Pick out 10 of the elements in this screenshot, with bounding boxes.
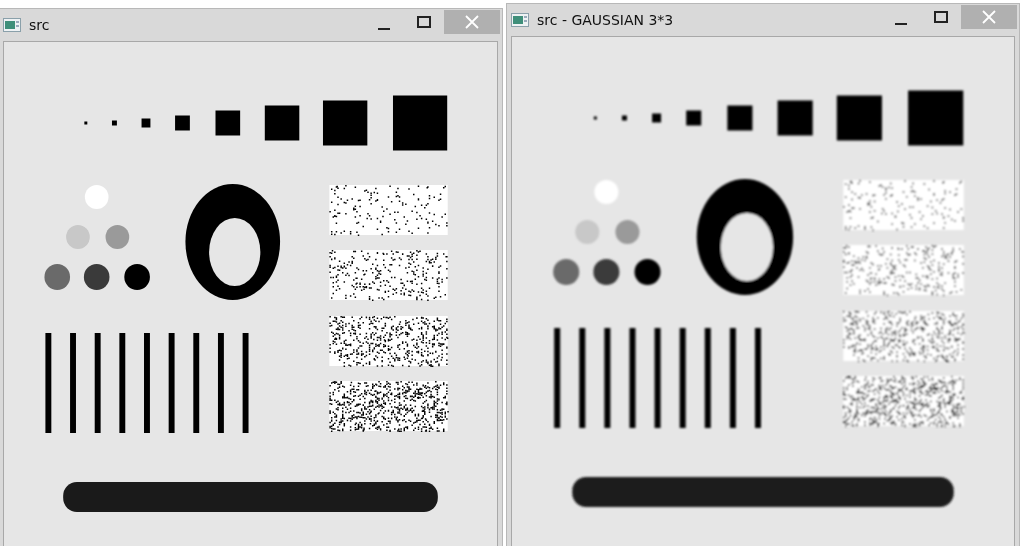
window-title: src - GAUSSIAN 3*3 [537, 12, 674, 28]
close-icon [982, 10, 996, 24]
maximize-icon [417, 16, 431, 28]
close-icon [465, 15, 479, 29]
window-title: src [29, 17, 50, 33]
minimize-icon [895, 23, 907, 25]
image-window-icon [511, 13, 529, 27]
minimize-icon [378, 28, 390, 30]
maximize-icon [934, 11, 948, 23]
image-window-icon [3, 18, 21, 32]
